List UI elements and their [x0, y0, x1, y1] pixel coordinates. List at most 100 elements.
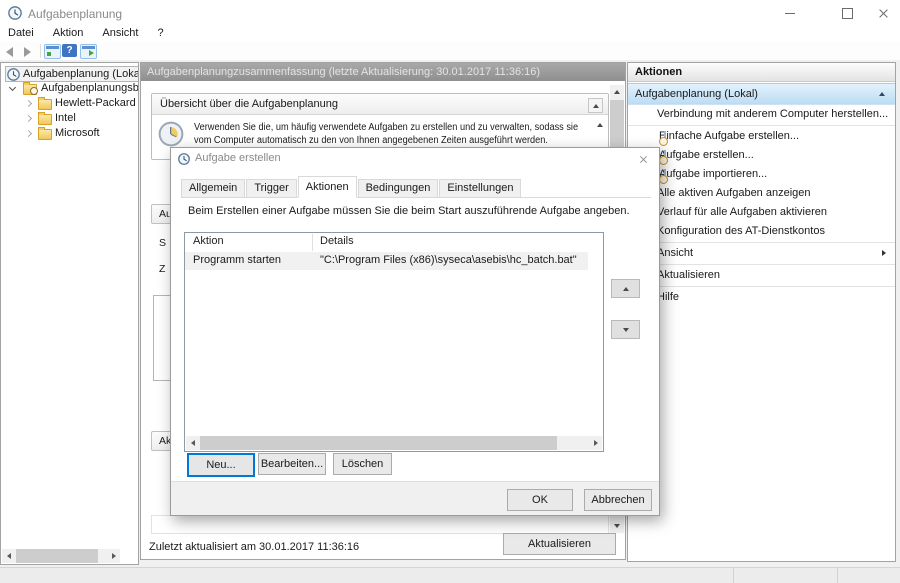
show-console-tree-icon[interactable]: [44, 44, 61, 59]
action-item-view[interactable]: Ansicht: [628, 244, 895, 263]
menu-datei[interactable]: Datei: [0, 26, 42, 40]
action-item-at-service-config[interactable]: Konfiguration des AT-Dienstkontos: [628, 222, 895, 241]
overview-text-line2: vom Computer automatisch zu den von Ihne…: [194, 135, 548, 146]
edit-button[interactable]: Bearbeiten...: [258, 453, 326, 475]
title-bar: Aufgabenplanung: [0, 0, 900, 26]
actions-group-header[interactable]: Aufgabenplanung (Lokal): [628, 83, 895, 105]
tree-item-microsoft[interactable]: Microsoft: [1, 126, 138, 141]
tab-einstellungen[interactable]: Einstellungen: [439, 179, 521, 197]
overview-text-line1: Verwenden Sie die, um häufig verwendete …: [194, 122, 578, 133]
dialog-title-bar: Aufgabe erstellen: [171, 148, 659, 170]
inner-scroll-up-icon[interactable]: [597, 123, 603, 127]
menu-help[interactable]: ?: [150, 26, 172, 40]
scrollbar-thumb[interactable]: [16, 549, 98, 563]
folder-icon: [38, 99, 52, 110]
move-down-button[interactable]: [611, 320, 640, 339]
collapse-section-button[interactable]: [588, 98, 603, 113]
zeitraum-text-fragment: Z: [159, 263, 165, 275]
menu-aktion[interactable]: Aktion: [45, 26, 92, 40]
window-title: Aufgabenplanung: [28, 7, 122, 21]
overview-title: Übersicht über die Aufgabenplanung: [152, 94, 608, 115]
show-action-pane-icon[interactable]: [80, 44, 97, 59]
action-item-connect[interactable]: Verbindung mit anderem Computer herstell…: [628, 105, 895, 124]
toolbar-separator: [40, 44, 41, 58]
column-details[interactable]: Details: [320, 235, 354, 247]
tree-horizontal-scrollbar[interactable]: [2, 549, 120, 563]
up-arrow-icon: [623, 287, 629, 291]
refresh-button[interactable]: Aktualisieren: [503, 533, 616, 555]
status-text-fragment: S: [159, 237, 166, 249]
actions-table: Aktion Details Programm starten "C:\Prog…: [184, 232, 604, 452]
minimize-icon: [785, 13, 795, 14]
forward-icon[interactable]: [24, 47, 31, 57]
last-refreshed-text: Zuletzt aktualisiert am 30.01.2017 11:36…: [149, 541, 359, 553]
action-item-create-basic-task[interactable]: Einfache Aufgabe erstellen...: [628, 127, 895, 146]
action-item-import-task[interactable]: Aufgabe importieren...: [628, 165, 895, 184]
delete-button[interactable]: Löschen: [333, 453, 392, 475]
collapse-group-icon: [879, 92, 885, 96]
new-button[interactable]: Neu...: [187, 453, 255, 477]
dialog-tabs: Allgemein Trigger Aktionen Bedingungen E…: [181, 177, 651, 198]
task-scheduler-window: Aufgabenplanung Datei Aktion Ansicht ? ?…: [0, 0, 900, 583]
ok-button[interactable]: OK: [507, 489, 573, 511]
create-task-dialog: Aufgabe erstellen Allgemein Trigger Akti…: [170, 147, 660, 516]
console-tree-panel: Aufgabenplanung (Lokal) Aufgabenplanungs…: [0, 62, 139, 565]
tree-item-intel[interactable]: Intel: [1, 111, 138, 126]
separator: [628, 125, 895, 126]
scroll-left-icon[interactable]: [2, 549, 15, 563]
tab-trigger[interactable]: Trigger: [246, 179, 296, 197]
maximize-icon: [842, 8, 853, 19]
help-icon[interactable]: ?: [62, 44, 77, 57]
action-item-enable-history[interactable]: Verlauf für alle Aufgaben aktivieren: [628, 203, 895, 222]
actions-group-label: Aufgabenplanung (Lokal): [635, 88, 758, 100]
action-item-show-running-tasks[interactable]: Alle aktiven Aufgaben anzeigen: [628, 184, 895, 203]
tree-item-hewlett-packard[interactable]: Hewlett-Packard: [1, 96, 138, 111]
strip-divider: [837, 568, 838, 583]
dialog-footer: OK Abbrechen: [171, 481, 659, 515]
tab-bedingungen[interactable]: Bedingungen: [358, 179, 439, 197]
separator: [628, 286, 895, 287]
table-horizontal-scrollbar[interactable]: [186, 436, 602, 450]
maximize-button[interactable]: [832, 1, 862, 25]
summary-header: Aufgabenplanungzusammenfassung (letzte A…: [141, 63, 625, 81]
action-item-help[interactable]: Hilfe: [628, 288, 895, 307]
tree-item-library[interactable]: Aufgabenplanungsbibliot: [1, 81, 138, 96]
actions-panel: Aktionen Aufgabenplanung (Lokal) Verbind…: [627, 62, 896, 562]
close-button[interactable]: [868, 1, 898, 25]
cancel-button[interactable]: Abbrechen: [584, 489, 652, 511]
column-aktion[interactable]: Aktion: [193, 235, 224, 247]
table-row[interactable]: Programm starten "C:\Program Files (x86)…: [185, 252, 588, 270]
collapse-icon: [593, 104, 599, 108]
back-icon[interactable]: [6, 47, 13, 57]
minimize-button[interactable]: [775, 1, 805, 25]
scroll-up-icon[interactable]: [610, 85, 624, 99]
tab-allgemein[interactable]: Allgemein: [181, 179, 245, 197]
scroll-down-icon[interactable]: [610, 519, 624, 533]
tree-root-label: Aufgabenplanung (Lokal): [23, 67, 139, 82]
column-divider[interactable]: [312, 234, 313, 251]
actions-header: Aktionen: [628, 63, 895, 82]
tree-item-root[interactable]: Aufgabenplanung (Lokal): [1, 66, 138, 81]
scroll-left-icon[interactable]: [186, 436, 199, 450]
tree-root-selection: Aufgabenplanung (Lokal): [5, 66, 139, 82]
down-arrow-icon: [623, 328, 629, 332]
close-icon: [878, 8, 889, 19]
import-task-icon: [664, 169, 666, 183]
separator: [628, 242, 895, 243]
action-item-create-task[interactable]: Aufgabe erstellen...: [628, 146, 895, 165]
action-item-refresh[interactable]: Aktualisieren: [628, 266, 895, 285]
menu-bar: Datei Aktion Ansicht ?: [0, 26, 900, 42]
scroll-right-icon[interactable]: [589, 436, 602, 450]
dialog-title: Aufgabe erstellen: [195, 152, 281, 164]
bottom-strip: [0, 567, 900, 583]
close-icon: [639, 155, 648, 164]
table-header: Aktion Details: [185, 233, 588, 253]
dialog-close-button[interactable]: [634, 152, 652, 167]
scroll-right-icon[interactable]: [107, 549, 120, 563]
menu-ansicht[interactable]: Ansicht: [94, 26, 146, 40]
row-action: Programm starten: [193, 254, 281, 266]
scrollbar-thumb[interactable]: [200, 436, 557, 450]
row-details: "C:\Program Files (x86)\syseca\asebis\hc…: [320, 254, 577, 266]
tab-aktionen[interactable]: Aktionen: [298, 176, 357, 198]
move-up-button[interactable]: [611, 279, 640, 298]
